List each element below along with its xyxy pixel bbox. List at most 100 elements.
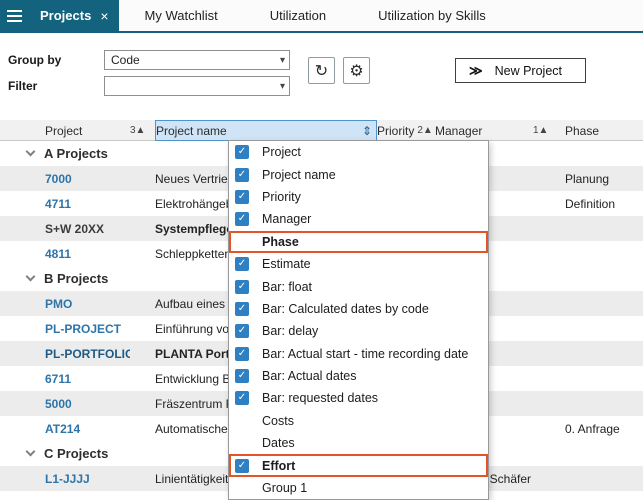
project-code-link[interactable]: 7000 [45, 172, 130, 186]
col-project-sort-indicator: 3▲ [130, 120, 155, 141]
refresh-button[interactable]: ↻ [308, 57, 335, 84]
group-label: B Projects [44, 271, 108, 286]
menu-item-label: Priority [262, 190, 301, 204]
col-project-name-label: Project name [156, 124, 227, 138]
tab-my-watchlist[interactable]: My Watchlist [119, 0, 244, 31]
menu-item-label: Costs [262, 414, 294, 428]
menu-item-bar-actual-dates[interactable]: ✓Bar: Actual dates [229, 365, 488, 387]
col-project-name[interactable]: Project name ⇕ [155, 120, 377, 141]
menu-item-bar-actual-start-time-recording-date[interactable]: ✓Bar: Actual start - time recording date [229, 343, 488, 365]
chevron-down-icon[interactable] [26, 447, 36, 457]
settings-button[interactable]: ⚙ [343, 57, 370, 84]
checkbox-checked-icon: ✓ [235, 280, 249, 294]
project-code-link[interactable]: PMO [45, 297, 130, 311]
tab-utilization[interactable]: Utilization [244, 0, 352, 31]
checkbox-unchecked [235, 481, 249, 495]
chevron-down-icon: ▾ [280, 55, 285, 66]
col-project[interactable]: Project [45, 120, 130, 141]
menu-item-bar-delay[interactable]: ✓Bar: delay [229, 320, 488, 342]
column-chooser-menu: ✓ Project ✓ Project name ✓ Priority ✓ Manager Ph… [228, 140, 489, 500]
filter-select[interactable]: ▾ [104, 76, 290, 96]
col-project-label: Project [45, 124, 82, 138]
checkbox-checked-icon: ✓ [235, 459, 249, 473]
checkbox-checked-icon: ✓ [235, 324, 249, 338]
menu-item-group-1[interactable]: Group 1 [229, 477, 488, 499]
menu-item-label: Phase [262, 235, 299, 249]
phase-cell: 0. Anfrage [559, 422, 643, 436]
menu-item-project[interactable]: ✓ Project [229, 141, 488, 163]
menu-item-label: Bar: Actual start - time recording date [262, 347, 468, 361]
menu-item-label: Project [262, 145, 301, 159]
project-code-link[interactable]: 5000 [45, 397, 130, 411]
group-by-label: Group by [8, 53, 61, 67]
menu-item-label: Project name [262, 168, 336, 182]
col-manager[interactable]: Manager [435, 120, 533, 141]
chevron-down-icon[interactable] [26, 272, 36, 282]
project-code-link[interactable]: PL-PORTFOLIO [45, 347, 130, 361]
checkbox-checked-icon: ✓ [235, 391, 249, 405]
checkbox-unchecked [235, 235, 249, 249]
project-code-link[interactable]: AT214 [45, 422, 130, 436]
menu-item-manager[interactable]: ✓ Manager [229, 208, 488, 230]
menu-item-effort[interactable]: ✓ Effort [229, 454, 488, 476]
chevron-down-icon[interactable] [26, 147, 36, 157]
project-code-link[interactable]: 4811 [45, 247, 130, 261]
chevron-down-icon: ▾ [280, 81, 285, 92]
menu-item-estimate[interactable]: ✓Estimate [229, 253, 488, 275]
project-code-link[interactable]: 4711 [45, 197, 130, 211]
new-project-button[interactable]: ≫ New Project [455, 58, 586, 83]
menu-item-label: Bar: float [262, 280, 312, 294]
menu-item-label: Dates [262, 436, 295, 450]
menu-item-project-name[interactable]: ✓ Project name [229, 163, 488, 185]
hamburger-menu-icon[interactable] [0, 0, 30, 31]
refresh-icon: ↻ [315, 61, 328, 81]
menu-item-label: Bar: requested dates [262, 391, 378, 405]
gear-icon: ⚙ [349, 61, 363, 81]
checkbox-checked-icon: ✓ [235, 212, 249, 226]
checkbox-unchecked [235, 414, 249, 428]
checkbox-checked-icon: ✓ [235, 145, 249, 159]
tab-bar: Projects × My Watchlist Utilization Util… [0, 0, 643, 31]
new-project-label: New Project [495, 64, 562, 78]
checkbox-checked-icon: ✓ [235, 369, 249, 383]
app-window: Projects × My Watchlist Utilization Util… [0, 0, 643, 500]
menu-item-label: Effort [262, 459, 295, 473]
menu-item-label: Manager [262, 212, 311, 226]
group-label: C Projects [44, 446, 108, 461]
project-code-link[interactable]: PL-PROJECT [45, 322, 130, 336]
tab-utilization-by-skills[interactable]: Utilization by Skills [352, 0, 512, 31]
col-priority[interactable]: Priority 2▲ [377, 120, 435, 141]
menu-item-label: Group 1 [262, 481, 307, 495]
group-label: A Projects [44, 146, 108, 161]
menu-item-bar-float[interactable]: ✓ Bar: float [229, 275, 488, 297]
sort-updown-icon: ⇕ [362, 124, 372, 138]
table-header: Project 3▲ Project name ⇕ Priority 2▲ Ma… [0, 120, 643, 141]
project-code-link[interactable]: 6711 [45, 372, 130, 386]
menu-item-priority[interactable]: ✓ Priority [229, 186, 488, 208]
menu-item-bar-calculated-dates-by-code[interactable]: ✓Bar: Calculated dates by code [229, 298, 488, 320]
checkbox-checked-icon: ✓ [235, 190, 249, 204]
checkbox-checked-icon: ✓ [235, 168, 249, 182]
menu-item-label: Bar: Calculated dates by code [262, 302, 429, 316]
col-phase-sort-indicator: 1▲ [533, 120, 559, 141]
menu-item-dates[interactable]: Dates [229, 432, 488, 454]
project-code-link[interactable]: S+W 20XX [45, 222, 130, 236]
tab-utilization-by-skills-label: Utilization by Skills [378, 8, 486, 23]
menu-item-bar-requested-dates[interactable]: ✓ Bar: requested dates [229, 387, 488, 409]
menu-item-phase[interactable]: Phase [229, 231, 488, 253]
tab-projects-label: Projects [40, 8, 91, 23]
menu-item-costs[interactable]: Costs [229, 410, 488, 432]
close-tab-icon[interactable]: × [100, 9, 108, 23]
tab-utilization-label: Utilization [270, 8, 326, 23]
col-phase[interactable]: Phase [559, 120, 643, 141]
col-priority-sort-indicator: 2▲ [417, 125, 432, 136]
project-code-link[interactable]: L1-JJJJ [45, 472, 130, 486]
tab-underline [0, 31, 643, 33]
tab-my-watchlist-label: My Watchlist [145, 8, 218, 23]
tab-projects[interactable]: Projects × [30, 0, 119, 31]
menu-item-label: Estimate [262, 257, 311, 271]
filter-label: Filter [8, 79, 37, 93]
col-priority-label: Priority [377, 124, 414, 138]
group-by-select[interactable]: Code ▾ [104, 50, 290, 70]
phase-cell: Planung [559, 172, 643, 186]
